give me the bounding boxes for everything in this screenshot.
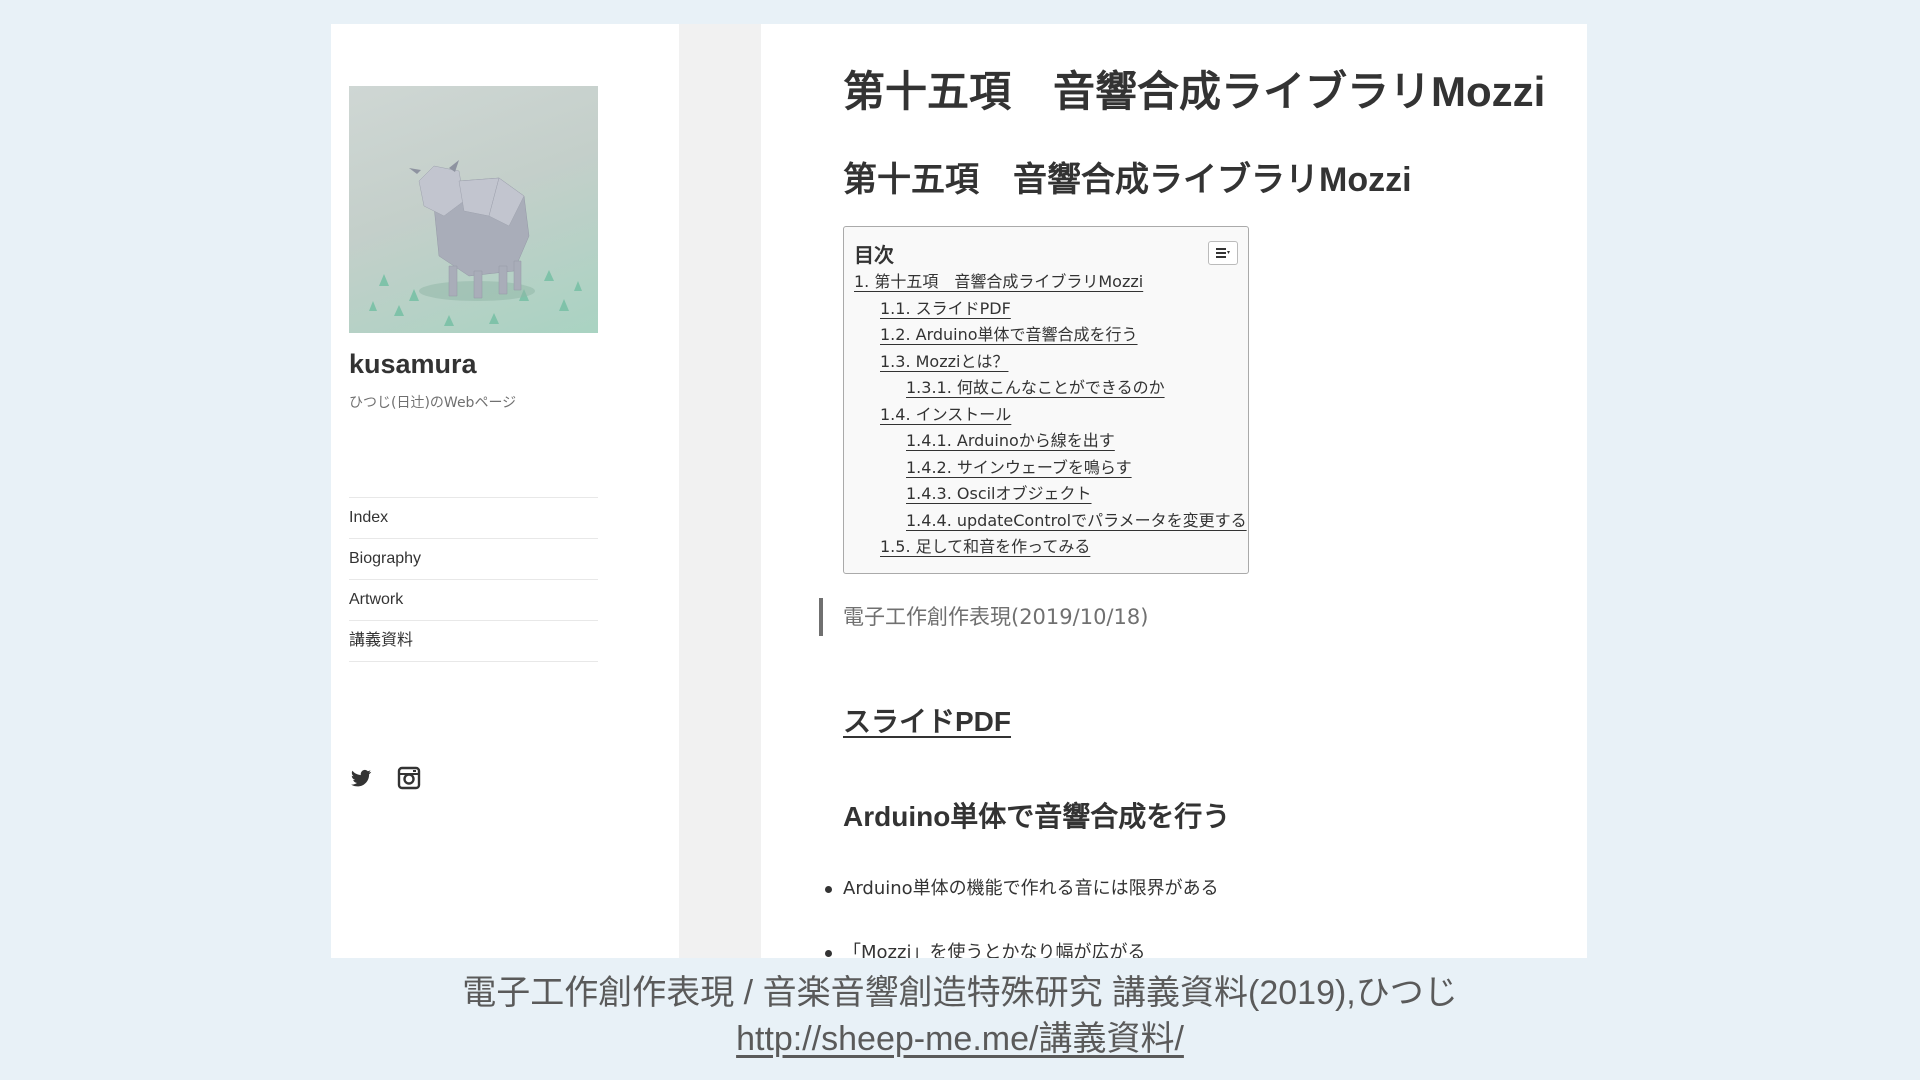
toc-link[interactable]: 1. 第十五項 音響合成ライブラリMozzi (854, 269, 1238, 296)
toc-link[interactable]: 1.4.1. Arduinoから線を出す (854, 428, 1238, 455)
site-title[interactable]: kusamura (349, 349, 477, 380)
toc-link[interactable]: 1.1. スライドPDF (854, 296, 1238, 323)
list-item: Arduino単体の機能で作れる音には限界がある (825, 876, 1219, 940)
social-links (349, 766, 423, 792)
toc-link[interactable]: 1.3.1. 何故こんなことができるのか (854, 375, 1238, 402)
section-heading: 第十五項 音響合成ライブラリMozzi (843, 161, 1412, 199)
page-title: 第十五項 音響合成ライブラリMozzi (843, 68, 1546, 115)
twitter-icon[interactable] (349, 766, 375, 792)
browser-page: kusamura ひつじ(日辻)のWebページ Index Biography … (331, 24, 1587, 958)
slide-pdf-heading-link[interactable]: スライドPDF (843, 700, 1011, 740)
toc-link[interactable]: 1.3. Mozziとは？ (854, 349, 1238, 376)
toc-link[interactable]: 1.4.2. サインウェーブを鳴らす (854, 455, 1238, 482)
list-icon[interactable] (1208, 241, 1238, 265)
caption-text: 電子工作創作表現 / 音楽音響創造特殊研究 講義資料(2019),ひつじ (462, 974, 1458, 1012)
nav-item-lectures[interactable]: 講義資料 (349, 620, 598, 662)
toc-link[interactable]: 1.5. 足して和音を作ってみる (854, 534, 1238, 561)
page-gutter (679, 24, 761, 958)
list-item: 「Mozzi」を使うとかなり幅が広がる (825, 940, 1219, 958)
sidebar-nav: Index Biography Artwork 講義資料 (349, 497, 598, 662)
toc-title: 目次 (854, 243, 894, 267)
nav-item-biography[interactable]: Biography (349, 538, 598, 579)
toc-link[interactable]: 1.4.4. updateControlでパラメータを変更する (854, 508, 1247, 535)
slide-caption: 電子工作創作表現 / 音楽音響創造特殊研究 講義資料(2019),ひつじ htt… (0, 970, 1920, 1062)
nav-item-index[interactable]: Index (349, 497, 598, 538)
blockquote-date: 電子工作創作表現(2019/10/18) (819, 598, 1148, 636)
toc-link[interactable]: 1.2. Arduino単体で音響合成を行う (854, 322, 1238, 349)
toc-link[interactable]: 1.4. インストール (854, 402, 1238, 429)
instagram-icon[interactable] (397, 766, 423, 792)
main-content: 第十五項 音響合成ライブラリMozzi 第十五項 音響合成ライブラリMozzi … (761, 24, 1587, 958)
caption-url-link[interactable]: http://sheep-me.me/講義資料/ (0, 1016, 1920, 1062)
sidebar: kusamura ひつじ(日辻)のWebページ Index Biography … (331, 24, 679, 958)
table-of-contents: 目次 1. 第十五項 音響合成ライブラリMozzi 1.1. スライドPDF 1… (843, 226, 1249, 574)
nav-item-artwork[interactable]: Artwork (349, 579, 598, 620)
bullet-list: Arduino単体の機能で作れる音には限界がある 「Mozzi」を使うとかなり幅… (825, 876, 1219, 958)
site-description: ひつじ(日辻)のWebページ (349, 395, 517, 411)
site-logo-sheep-image[interactable] (349, 86, 598, 333)
arduino-section-heading: Arduino単体で音響合成を行う (843, 801, 1231, 832)
toc-link[interactable]: 1.4.3. Oscilオブジェクト (854, 481, 1238, 508)
